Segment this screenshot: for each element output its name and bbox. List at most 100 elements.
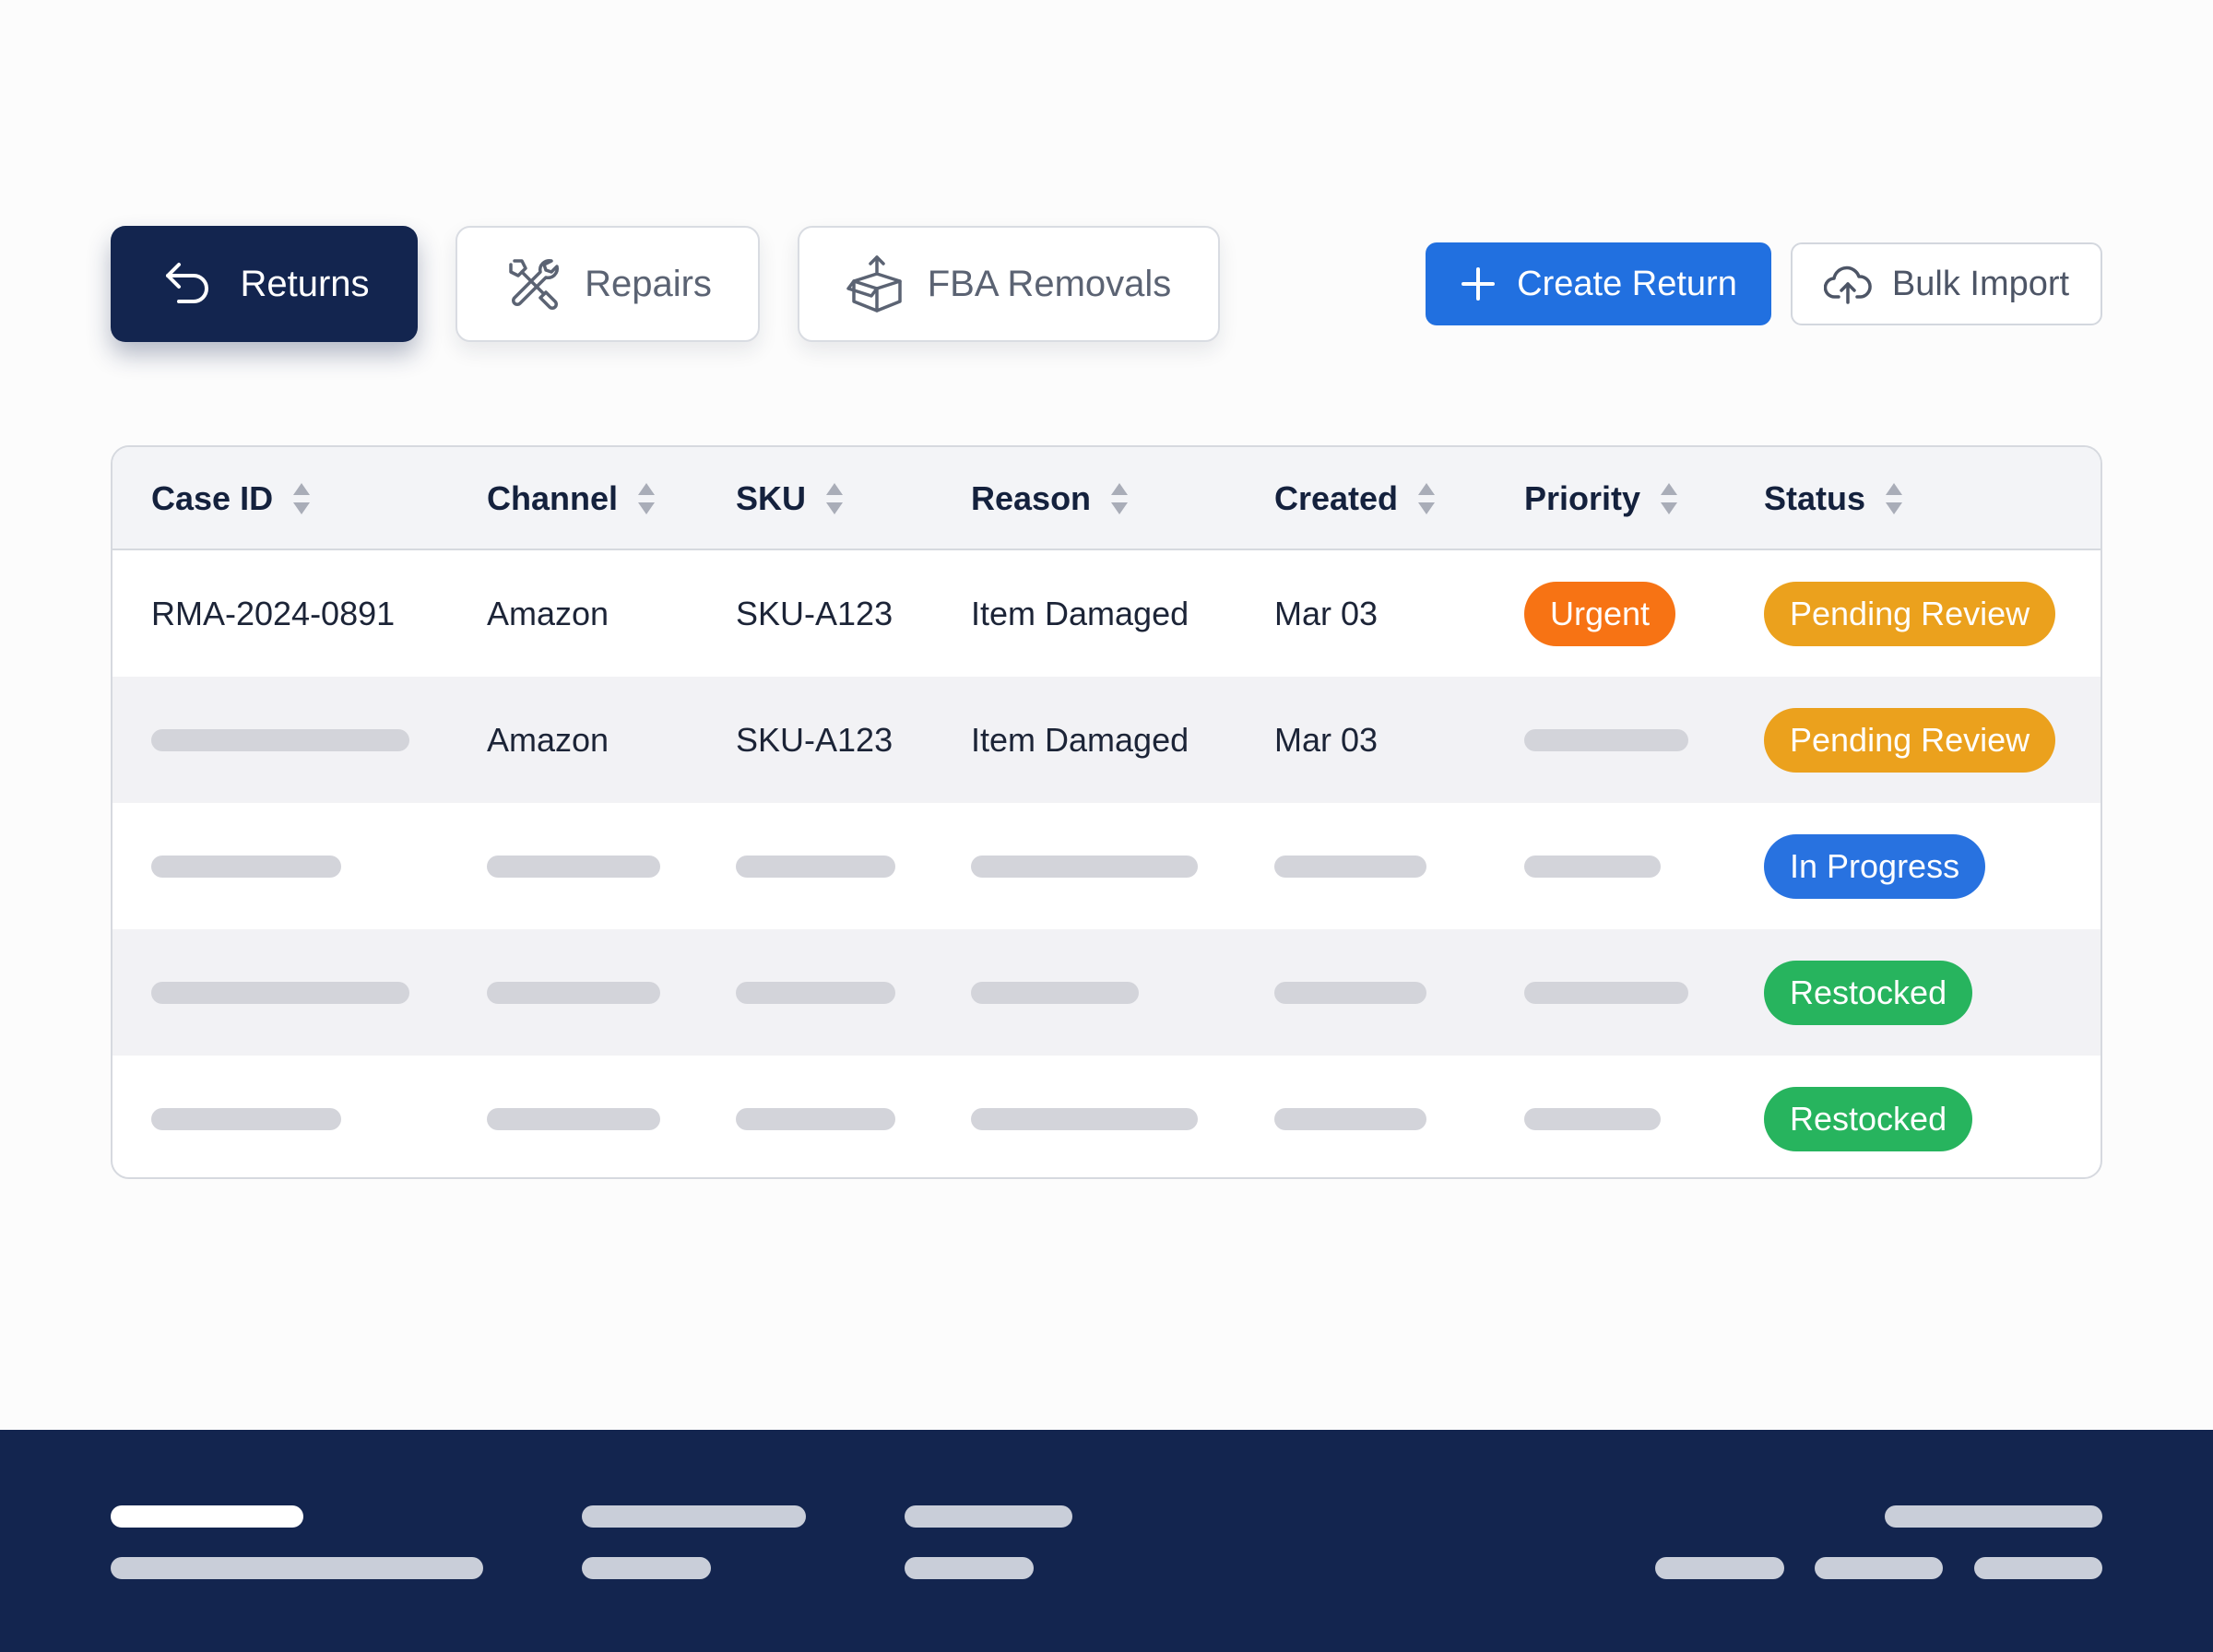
- channel-cell: [487, 803, 660, 929]
- skeleton-placeholder: [151, 855, 341, 878]
- skeleton-placeholder: [971, 981, 1139, 1004]
- priority-cell: [1524, 677, 1688, 803]
- case-id-cell: [151, 803, 341, 929]
- skeleton-placeholder: [736, 855, 895, 878]
- cloud-upload-icon: [1823, 266, 1872, 304]
- column-header-reason[interactable]: Reason: [971, 447, 1130, 550]
- skeleton-placeholder: [487, 855, 660, 878]
- reason-cell: Item Damaged: [971, 594, 1189, 632]
- skeleton-placeholder: [736, 1107, 895, 1130]
- footer: [0, 1430, 2213, 1652]
- created-cell: Mar 03: [1274, 720, 1379, 759]
- priority-cell: [1524, 1056, 1661, 1177]
- sort-icon: [1111, 483, 1129, 514]
- box-icon: [846, 255, 902, 313]
- status-cell: Pending Review: [1764, 677, 2056, 803]
- status-badge-restocked: Restocked: [1764, 1086, 1973, 1151]
- footer-skeleton: [111, 1505, 303, 1528]
- priority-badge-urgent: Urgent: [1524, 581, 1676, 646]
- skeleton-placeholder: [151, 981, 409, 1004]
- priority-cell: [1524, 929, 1688, 1056]
- skeleton-placeholder: [1524, 728, 1688, 751]
- skeleton-placeholder: [487, 981, 660, 1004]
- footer-skeleton: [1974, 1557, 2102, 1579]
- created-cell: [1274, 1056, 1426, 1177]
- sort-icon: [638, 483, 656, 514]
- table-row[interactable]: Restocked: [112, 929, 2101, 1056]
- create-return-button[interactable]: Create Return: [1426, 242, 1771, 325]
- reason-cell: [971, 803, 1198, 929]
- channel-cell: [487, 929, 660, 1056]
- tab-fba-removals-label: FBA Removals: [927, 263, 1172, 304]
- plus-icon: [1462, 267, 1496, 301]
- skeleton-placeholder: [971, 1107, 1198, 1130]
- reason-cell: [971, 1056, 1198, 1177]
- bulk-import-label: Bulk Import: [1891, 264, 2070, 303]
- column-header-priority[interactable]: Priority: [1524, 447, 1679, 550]
- skeleton-placeholder: [1274, 855, 1426, 878]
- return-arrow-icon: [166, 263, 209, 303]
- case-id-cell: [151, 1056, 341, 1177]
- footer-skeleton: [1655, 1557, 1784, 1579]
- status-badge-in-progress: In Progress: [1764, 833, 1986, 899]
- tab-returns[interactable]: Returns: [111, 226, 418, 342]
- case-id-cell: [151, 677, 409, 803]
- channel-cell: Amazon: [487, 594, 609, 632]
- table-row[interactable]: Amazon SKU-A123 Item Damaged Mar 03 Pend…: [112, 677, 2101, 803]
- column-header-channel[interactable]: Channel: [487, 447, 657, 550]
- tab-fba-removals[interactable]: FBA Removals: [798, 226, 1220, 342]
- table-header: Case ID Channel SKU Reason Created Prior…: [112, 447, 2101, 550]
- sort-icon: [1886, 483, 1903, 514]
- status-badge-restocked: Restocked: [1764, 960, 1973, 1025]
- skeleton-placeholder: [736, 981, 895, 1004]
- created-cell: [1274, 803, 1426, 929]
- sku-cell: [736, 803, 895, 929]
- sku-cell: [736, 929, 895, 1056]
- channel-cell: [487, 1056, 660, 1177]
- skeleton-placeholder: [1274, 1107, 1426, 1130]
- tools-icon: [509, 259, 560, 310]
- sort-icon: [293, 483, 311, 514]
- status-cell: Pending Review: [1764, 550, 2056, 677]
- column-header-sku[interactable]: SKU: [736, 447, 845, 550]
- returns-table: Case ID Channel SKU Reason Created Prior…: [111, 445, 2102, 1179]
- status-badge-pending-review: Pending Review: [1764, 707, 2056, 773]
- priority-cell: [1524, 803, 1661, 929]
- footer-skeleton: [111, 1557, 483, 1579]
- skeleton-placeholder: [1274, 981, 1426, 1004]
- sort-icon: [1661, 483, 1678, 514]
- skeleton-placeholder: [1524, 855, 1661, 878]
- case-id-cell: RMA-2024-0891: [151, 594, 396, 632]
- case-id-cell: [151, 929, 409, 1056]
- footer-skeleton: [905, 1505, 1072, 1528]
- column-header-status[interactable]: Status: [1764, 447, 1904, 550]
- priority-cell: Urgent: [1524, 550, 1676, 677]
- table-row[interactable]: Restocked: [112, 1056, 2101, 1177]
- footer-skeleton: [582, 1557, 711, 1579]
- bulk-import-button[interactable]: Bulk Import: [1791, 242, 2102, 325]
- skeleton-placeholder: [151, 1107, 341, 1130]
- status-cell: In Progress: [1764, 803, 1986, 929]
- created-cell: Mar 03: [1274, 594, 1379, 632]
- status-badge-pending-review: Pending Review: [1764, 581, 2056, 646]
- channel-cell: Amazon: [487, 720, 609, 759]
- table-row[interactable]: In Progress: [112, 803, 2101, 929]
- sort-icon: [1418, 483, 1436, 514]
- skeleton-placeholder: [1524, 981, 1688, 1004]
- skeleton-placeholder: [1524, 1107, 1661, 1130]
- tab-returns-label: Returns: [240, 263, 370, 304]
- column-header-case-id[interactable]: Case ID: [151, 447, 312, 550]
- table-row[interactable]: RMA-2024-0891 Amazon SKU-A123 Item Damag…: [112, 550, 2101, 677]
- tab-repairs-label: Repairs: [585, 263, 712, 304]
- footer-skeleton: [905, 1557, 1034, 1579]
- reason-cell: [971, 929, 1139, 1056]
- sku-cell: [736, 1056, 895, 1177]
- column-header-created[interactable]: Created: [1274, 447, 1437, 550]
- footer-skeleton: [1885, 1505, 2102, 1528]
- tab-repairs[interactable]: Repairs: [456, 226, 760, 342]
- footer-skeleton: [582, 1505, 806, 1528]
- created-cell: [1274, 929, 1426, 1056]
- status-cell: Restocked: [1764, 929, 1973, 1056]
- sku-cell: SKU-A123: [736, 594, 893, 632]
- sku-cell: SKU-A123: [736, 720, 893, 759]
